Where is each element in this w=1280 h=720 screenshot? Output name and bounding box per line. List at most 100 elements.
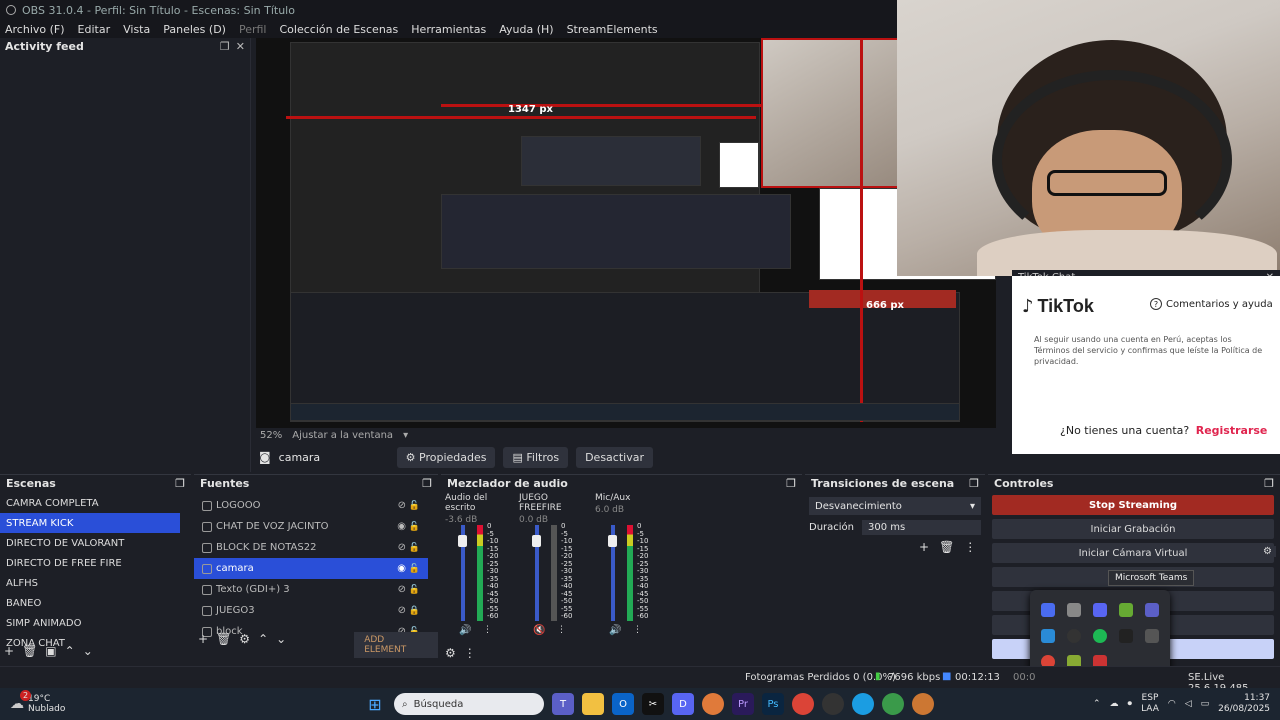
scene-item[interactable]: CAMRA COMPLETA [0, 493, 180, 513]
deactivate-button[interactable]: Desactivar [576, 446, 653, 468]
mic-tray-icon[interactable]: ⏺ [1128, 699, 1133, 709]
add-element-button[interactable]: ADD ELEMENT [354, 632, 438, 658]
preview-canvas[interactable]: 1347 px 666 px [256, 38, 996, 428]
unlock-icon[interactable]: 🔓 [409, 522, 420, 532]
scene-item[interactable]: STREAM KICK [0, 513, 180, 533]
filter-icon[interactable]: ▣ [45, 644, 56, 658]
remove-scene-icon[interactable]: 🗑 [22, 644, 37, 658]
menu-item[interactable]: Perfil [239, 23, 267, 36]
menu-dots-icon[interactable]: ⋮ [557, 625, 566, 635]
premiere-icon[interactable]: Pr [732, 693, 754, 715]
add-scene-icon[interactable]: + [4, 644, 14, 658]
menu-dots-icon[interactable]: ⋮ [964, 540, 976, 554]
outlook-icon[interactable]: O [612, 693, 634, 715]
help-icon[interactable]: ? [1150, 298, 1162, 310]
scene-item[interactable]: DIRECTO DE VALORANT [0, 533, 180, 553]
discord-app-icon[interactable]: D [672, 693, 694, 715]
app-icon[interactable] [1119, 629, 1133, 643]
chrome3-icon[interactable] [912, 693, 934, 715]
eye-off-icon[interactable]: ⊘ [398, 542, 406, 553]
cloud-icon[interactable]: ☁ [1110, 699, 1119, 709]
folder-icon[interactable] [1067, 603, 1081, 617]
unlock-icon[interactable]: 🔓 [409, 585, 420, 595]
unlock-icon[interactable]: 🔓 [409, 543, 420, 553]
wifi-icon[interactable]: ◠ [1168, 699, 1176, 709]
clock-time[interactable]: 11:37 [1218, 693, 1270, 704]
chevron-down-icon[interactable]: ▾ [403, 430, 408, 441]
eye-icon[interactable]: ◉ [397, 521, 406, 532]
source-item[interactable]: JUEGO3 ⊘ 🔒 [194, 600, 428, 621]
photoshop-icon[interactable]: Ps [762, 693, 784, 715]
undock-icon[interactable]: ❐ [220, 40, 230, 53]
clock-date[interactable]: 26/08/2025 [1218, 704, 1270, 714]
undock-icon[interactable]: ❐ [786, 477, 796, 490]
gear-icon[interactable]: ⚙ [445, 646, 456, 660]
defender-icon[interactable] [1041, 629, 1055, 643]
scene-item[interactable]: DIRECTO DE FREE FIRE [0, 553, 180, 573]
menu-item[interactable]: StreamElements [567, 23, 658, 36]
eye-icon[interactable]: ◉ [397, 563, 406, 574]
source-item[interactable]: Texto (GDI+) 3 ⊘ 🔓 [194, 579, 428, 600]
obs-tray-icon[interactable] [1067, 629, 1081, 643]
scene-item[interactable]: BANEO [0, 593, 180, 613]
down-icon[interactable]: ⌄ [83, 644, 93, 658]
signup-link[interactable]: Registrarse [1196, 424, 1268, 437]
start-recording-button[interactable]: Iniciar Grabación [992, 519, 1274, 539]
remove-icon[interactable]: 🗑 [939, 540, 954, 554]
chrome2-icon[interactable] [882, 693, 904, 715]
discord-icon[interactable] [1093, 603, 1107, 617]
nvidia-icon[interactable] [1119, 603, 1133, 617]
virtual-camera-button[interactable]: Iniciar Cámara Virtual ⚙ [992, 543, 1276, 563]
scene-item[interactable]: ALFHS [0, 573, 180, 593]
source-item[interactable]: CHAT DE VOZ JACINTO ◉ 🔓 [194, 516, 428, 537]
source-item[interactable]: camara ◉ 🔓 [194, 558, 428, 579]
app-orange-icon[interactable] [702, 693, 724, 715]
obs-app-icon[interactable] [822, 693, 844, 715]
eye-off-icon[interactable]: ⊘ [398, 605, 406, 616]
menu-item[interactable]: Colección de Escenas [280, 23, 399, 36]
menu-dots-icon[interactable]: ⋮ [483, 625, 492, 635]
volume-icon[interactable]: ◁ [1185, 699, 1192, 709]
source-item[interactable]: BLOCK DE NOTAS22 ⊘ 🔓 [194, 537, 428, 558]
add-icon[interactable]: + [919, 540, 929, 554]
fader-knob[interactable] [532, 535, 541, 547]
vpn-icon[interactable] [1041, 603, 1055, 617]
undock-icon[interactable]: ❐ [1264, 477, 1274, 490]
battery-icon[interactable]: ▭ [1201, 699, 1210, 709]
menu-item[interactable]: Vista [123, 23, 150, 36]
menu-item[interactable]: Editar [78, 23, 111, 36]
duration-input[interactable]: 300 ms [862, 520, 981, 535]
filters-button[interactable]: ▤ Filtros [503, 446, 569, 468]
teams-icon[interactable] [1145, 603, 1159, 617]
taskbar-search[interactable]: ⌕ Búsqueda [394, 693, 544, 715]
undock-icon[interactable]: ❐ [969, 477, 979, 490]
remove-source-icon[interactable]: 🗑 [216, 632, 231, 658]
chrome-app-icon[interactable] [792, 693, 814, 715]
chevron-up-icon[interactable]: ⌃ [1093, 699, 1101, 709]
explorer-icon[interactable] [582, 693, 604, 715]
up-icon[interactable]: ⌃ [65, 644, 75, 658]
menu-item[interactable]: Paneles (D) [163, 23, 226, 36]
edge-icon[interactable] [852, 693, 874, 715]
up-icon[interactable]: ⌃ [258, 632, 268, 658]
menu-dots-icon[interactable]: ⋮ [464, 646, 476, 660]
speaker-icon[interactable]: 🔊 [609, 625, 621, 636]
keyboard-icon[interactable] [1145, 629, 1159, 643]
add-source-icon[interactable]: + [198, 632, 208, 658]
close-icon[interactable]: ✕ [236, 40, 245, 53]
fader-knob[interactable] [458, 535, 467, 547]
menu-dots-icon[interactable]: ⋮ [633, 625, 642, 635]
gear-icon[interactable]: ⚙ [239, 632, 250, 658]
teams-app-icon[interactable]: T [552, 693, 574, 715]
eye-off-icon[interactable]: ⊘ [398, 584, 406, 595]
unlock-icon[interactable]: 🔓 [409, 564, 420, 574]
zoom-fit-select[interactable]: Ajustar a la ventana [292, 430, 393, 441]
lang-code[interactable]: ESP [1141, 693, 1159, 704]
muted-icon[interactable]: 🔇 [533, 625, 545, 636]
help-link[interactable]: Comentarios y ayuda [1166, 299, 1273, 310]
start-icon[interactable]: ⊞ [364, 693, 386, 715]
scene-item[interactable]: SIMP ANIMADO [0, 613, 180, 633]
capcut-icon[interactable]: ✂ [642, 693, 664, 715]
properties-button[interactable]: ⚙ Propiedades [396, 446, 496, 468]
lock-icon[interactable]: 🔒 [409, 606, 420, 616]
